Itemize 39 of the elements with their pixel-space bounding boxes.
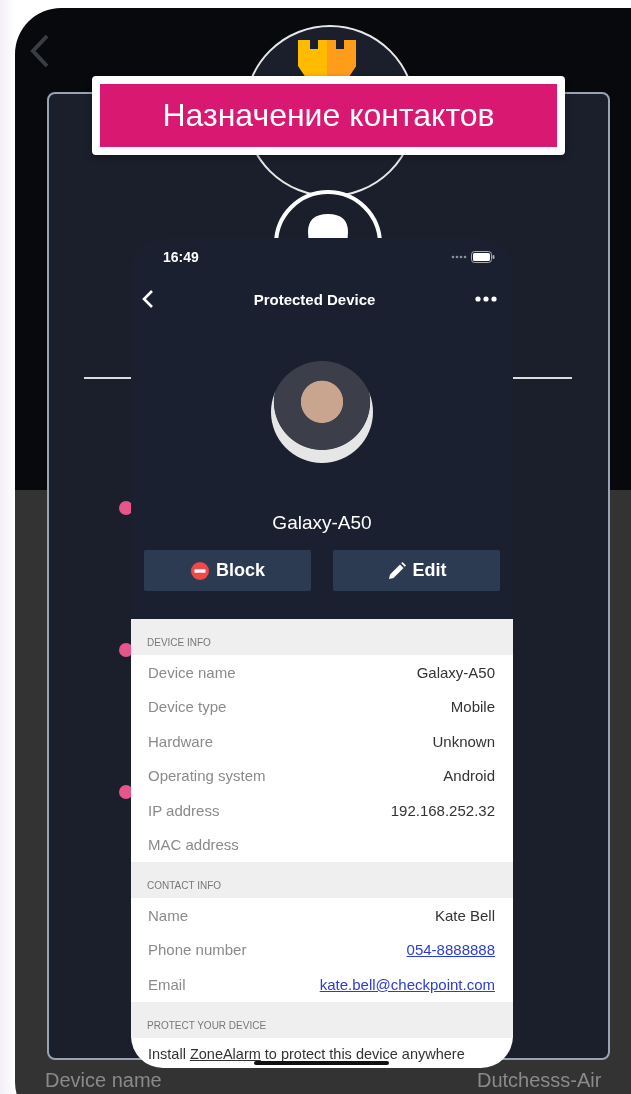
- back-icon: [30, 34, 50, 68]
- signal-icon: [451, 255, 467, 259]
- section-header: CONTACT INFO: [131, 862, 513, 898]
- device-name: Galaxy-A50: [272, 511, 372, 535]
- row-label: Email: [148, 975, 186, 993]
- row-text: to protect this device anywhere: [264, 1045, 465, 1062]
- block-button[interactable]: Block: [144, 550, 311, 591]
- row-value: Mobile: [450, 698, 495, 716]
- row-label: Name: [148, 906, 188, 924]
- section-header: DEVICE INFO: [131, 619, 513, 655]
- row-link[interactable]: kate.bell@checkpoint.com: [319, 975, 495, 993]
- row-label: IP address: [148, 801, 220, 819]
- row-value: 192.168.252.32: [390, 801, 495, 819]
- status-time: 16:49: [163, 249, 199, 265]
- battery-icon: [471, 251, 495, 263]
- row-value: Galaxy-A50: [416, 663, 495, 681]
- row-label: Operating system: [148, 767, 266, 785]
- row-label: Device type: [148, 698, 227, 716]
- row-value: Kate Bell: [434, 906, 495, 924]
- title-banner: Назначение контактов: [92, 76, 565, 155]
- row-value: Android: [443, 767, 495, 785]
- edit-button[interactable]: Edit: [333, 550, 500, 591]
- row-text: Install: [148, 1045, 186, 1062]
- minus-circle-icon: [190, 560, 210, 581]
- row-label: Device name: [148, 663, 236, 681]
- pencil-icon: [386, 560, 407, 581]
- row-value: Dutchesss-Air: [477, 1069, 602, 1091]
- section-header: PROTECT YOUR DEVICE: [131, 1001, 513, 1038]
- row-label: Hardware: [148, 732, 214, 750]
- castle-tower-icon: [298, 40, 356, 78]
- row-link[interactable]: 054-8888888: [406, 941, 495, 959]
- row-label: Device name: [45, 1069, 162, 1091]
- row-label: Phone number: [148, 941, 247, 959]
- app-link[interactable]: ZoneAlarm: [189, 1045, 261, 1062]
- more-icon[interactable]: [475, 296, 497, 302]
- back-icon[interactable]: [142, 289, 154, 309]
- row-value: Unknown: [432, 732, 495, 750]
- row-label: MAC address: [148, 836, 239, 854]
- screen-title: Protected Device: [253, 290, 376, 308]
